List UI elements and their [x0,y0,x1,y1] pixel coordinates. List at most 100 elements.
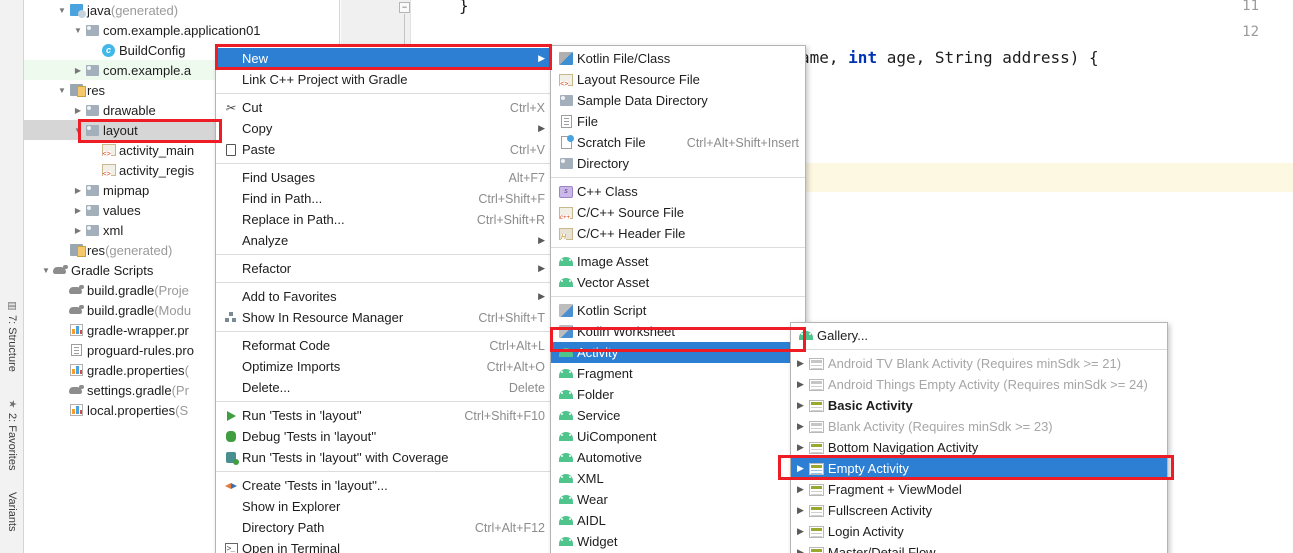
menu-separator [216,163,551,164]
menu-item-label: Fragment [577,366,633,381]
menu-item-refactor[interactable]: Refactor ▶ [216,258,551,279]
menu-item-copy[interactable]: Copy ▶ [216,118,551,139]
template-icon-dim [809,357,825,370]
menu-item-vector-asset[interactable]: Vector Asset [551,272,805,293]
menu-item-widget[interactable]: Widget ▶ [551,531,805,552]
chevron-right-icon: ▶ [56,406,68,415]
tree-node-label: values [103,202,141,218]
code-text-mid: age, String address) { [877,48,1099,67]
menu-item-label: Run 'Tests in 'layout'' with Coverage [242,450,449,465]
menu-item-reformat-code[interactable]: Reformat Code Ctrl+Alt+L [216,335,551,356]
chevron-right-icon[interactable]: ▶ [72,66,84,75]
menu-item-find-in-path[interactable]: Find in Path... Ctrl+Shift+F [216,188,551,209]
menu-item-c-class[interactable]: s C++ Class [551,181,805,202]
menu-item-c-c-header-file[interactable]: C/C++ Header File [551,223,805,244]
menu-item-directory-path[interactable]: Directory Path Ctrl+Alt+F12 [216,517,551,538]
chevron-right-icon[interactable]: ▶ [72,226,84,235]
android-studio-window: 11 12 − } ame, int age, String address) … [0,0,1293,553]
sidebar-item-structure[interactable]: ▥ 7: Structure [1,300,23,384]
menu-item-login-activity[interactable]: ▶ Login Activity [791,521,1167,542]
menu-item-link-c-project-with-gradle[interactable]: Link C++ Project with Gradle [216,69,551,90]
menu-item-debug-tests-in-layout[interactable]: Debug 'Tests in 'layout'' [216,426,551,447]
sidebar-item-variants[interactable]: Variants [1,492,23,552]
menu-item-android-things-empty-activity-requires-minsdk-24[interactable]: ▶ Android Things Empty Activity (Requires… [791,374,1167,395]
menu-item-layout-resource-file[interactable]: Layout Resource File [551,69,805,90]
new-submenu[interactable]: Kotlin File/Class Layout Resource File Sam… [550,45,806,553]
menu-item-file[interactable]: File [551,111,805,132]
chevron-down-icon[interactable]: ▼ [72,26,84,35]
menu-item-scratch-file[interactable]: Scratch File Ctrl+Alt+Shift+Insert [551,132,805,153]
xml-layout-icon [101,144,116,158]
tree-node-label: layout [103,122,138,138]
chevron-right-icon[interactable]: ▶ [72,106,84,115]
menu-item-kotlin-script[interactable]: Kotlin Script [551,300,805,321]
code-fold-icon[interactable]: − [399,2,410,13]
menu-item-analyze[interactable]: Analyze ▶ [216,230,551,251]
menu-item-directory[interactable]: Directory [551,153,805,174]
menu-item-fragment[interactable]: Fragment▶ [551,363,805,384]
menu-item-kotlin-worksheet[interactable]: Kotlin Worksheet [551,321,805,342]
menu-item-optimize-imports[interactable]: Optimize Imports Ctrl+Alt+O [216,356,551,377]
menu-item-gallery[interactable]: Gallery... [791,325,1167,346]
context-menu[interactable]: New ▶ Link C++ Project with Gradle ✂ Cut Ctrl… [215,45,552,553]
menu-item-aidl[interactable]: AIDL▶ [551,510,805,531]
menu-item-open-in-terminal[interactable]: >_ Open in Terminal [216,538,551,553]
menu-item-c-c-source-file[interactable]: C/C++ Source File [551,202,805,223]
menu-item-label: Run 'Tests in 'layout'' [242,408,362,423]
tree-node-java[interactable]: ▼ java (generated) [24,0,340,20]
menu-item-wear[interactable]: Wear▶ [551,489,805,510]
menu-item-xml[interactable]: XML▶ [551,468,805,489]
menu-item-replace-in-path[interactable]: Replace in Path... Ctrl+Shift+R [216,209,551,230]
menu-item-icon [557,474,575,483]
menu-item-icon [557,390,575,399]
chevron-down-icon[interactable]: ▼ [40,266,52,275]
menu-item-fullscreen-activity[interactable]: ▶ Fullscreen Activity [791,500,1167,521]
chevron-down-icon[interactable]: ▼ [56,86,68,95]
chevron-right-icon[interactable]: ▶ [72,186,84,195]
tree-node-icon [68,404,85,416]
menu-item-basic-activity[interactable]: ▶ Basic Activity [791,395,1167,416]
menu-item-delete[interactable]: Delete... Delete [216,377,551,398]
activity-submenu[interactable]: Gallery... ▶ Android TV Blank Activity (Re… [790,322,1168,553]
menu-item-show-in-explorer[interactable]: Show in Explorer [216,496,551,517]
sidebar-item-favorites[interactable]: ★ 2: Favorites [1,398,23,484]
chevron-right-icon[interactable]: ▶ [72,206,84,215]
menu-item-image-asset[interactable]: Image Asset [551,251,805,272]
menu-item-create-tests-in-layout[interactable]: Create 'Tests in 'layout''... [216,475,551,496]
menu-item-service[interactable]: Service▶ [551,405,805,426]
menu-item-icon [557,95,575,106]
menu-item-blank-activity-requires-minsdk-23[interactable]: ▶ Blank Activity (Requires minSdk >= 23) [791,416,1167,437]
sidebar-item-label: 2: Favorites [6,413,18,471]
menu-item-new[interactable]: New ▶ [216,48,551,69]
menu-item-paste[interactable]: Paste Ctrl+V [216,139,551,160]
menu-item-run-tests-in-layout-with-coverage[interactable]: Run 'Tests in 'layout'' with Coverage [216,447,551,468]
chevron-down-icon[interactable]: ▼ [72,126,84,135]
menu-item-cut[interactable]: ✂ Cut Ctrl+X [216,97,551,118]
coverage-icon [226,452,239,465]
menu-item-automotive[interactable]: Automotive▶ [551,447,805,468]
chevron-down-icon[interactable]: ▼ [56,6,68,15]
menu-item-sample-data-directory[interactable]: Sample Data Directory [551,90,805,111]
menu-item-label: Image Asset [577,254,649,269]
menu-item-activity[interactable]: Activity▶ [551,342,805,363]
tree-node-label: build.gradle [87,302,155,318]
menu-item-add-to-favorites[interactable]: Add to Favorites ▶ [216,286,551,307]
menu-item-empty-activity[interactable]: ▶ Empty Activity [791,458,1167,479]
android-icon [559,411,573,420]
menu-item-folder[interactable]: Folder▶ [551,384,805,405]
menu-item-icon [808,378,826,391]
tree-node-icon [68,324,85,336]
menu-item-run-tests-in-layout[interactable]: Run 'Tests in 'layout'' Ctrl+Shift+F10 [216,405,551,426]
menu-item-icon [557,115,575,128]
menu-item-show-in-resource-manager[interactable]: Show In Resource Manager Ctrl+Shift+T [216,307,551,328]
submenu-arrow-icon: ▶ [797,547,804,553]
submenu-arrow-icon: ▶ [538,291,545,301]
menu-item-uicomponent[interactable]: UiComponent▶ [551,426,805,447]
menu-item-master-detail-flow[interactable]: ▶ Master/Detail Flow [791,542,1167,553]
menu-item-kotlin-file-class[interactable]: Kotlin File/Class [551,48,805,69]
menu-item-android-tv-blank-activity-requires-minsdk-21[interactable]: ▶ Android TV Blank Activity (Requires min… [791,353,1167,374]
menu-item-fragment-viewmodel[interactable]: ▶ Fragment + ViewModel [791,479,1167,500]
tree-node-com-example-application01[interactable]: ▼ com.example.application01 [24,20,340,40]
menu-item-bottom-navigation-activity[interactable]: ▶ Bottom Navigation Activity [791,437,1167,458]
menu-item-find-usages[interactable]: Find Usages Alt+F7 [216,167,551,188]
